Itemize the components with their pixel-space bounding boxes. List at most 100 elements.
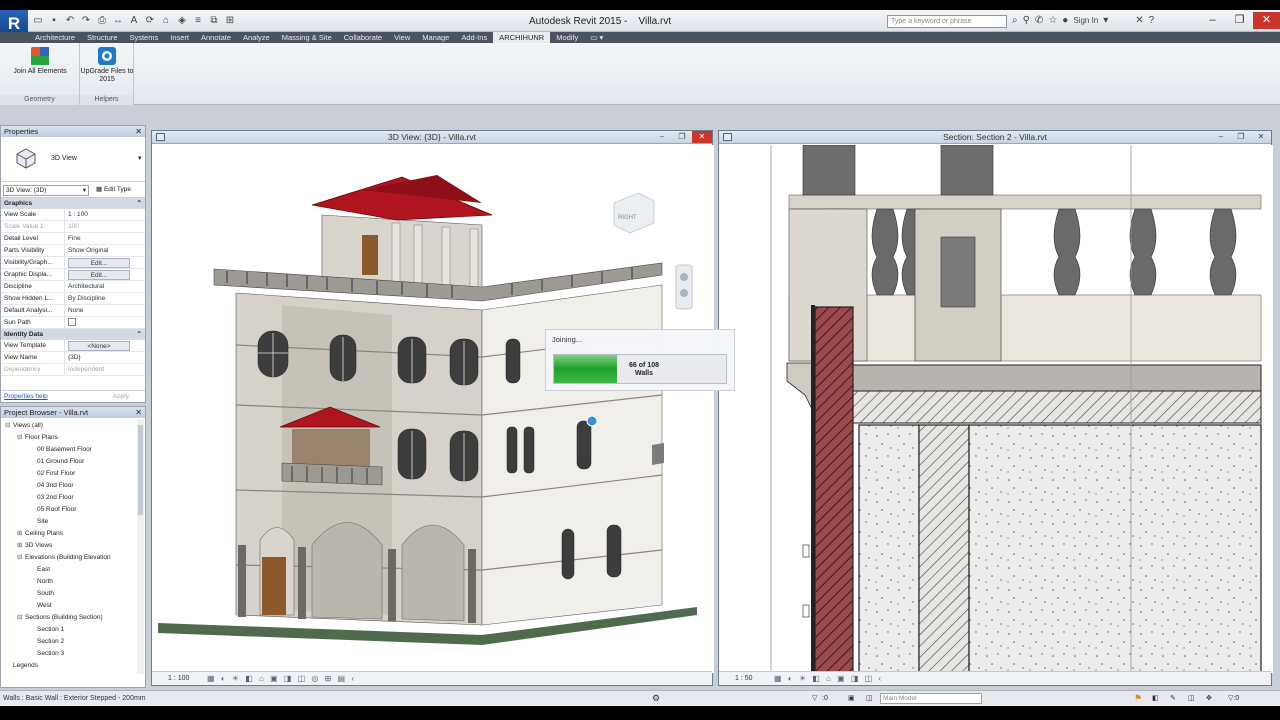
property-value[interactable]: 100: [65, 221, 145, 232]
filter-icon[interactable]: ▽: [812, 691, 817, 706]
browser-item[interactable]: Section 2: [1, 636, 145, 648]
filter-count-icon[interactable]: ▽:0: [1228, 691, 1239, 706]
view-section-scale[interactable]: 1 : 50: [735, 675, 753, 682]
property-row[interactable]: Parts Visibility Show Original: [1, 245, 145, 257]
browser-item[interactable]: South: [1, 588, 145, 600]
property-row[interactable]: Dependency Independent: [1, 364, 145, 376]
property-row[interactable]: Show Hidden L... By Discipline: [1, 293, 145, 305]
measure-icon[interactable]: ↔: [112, 14, 124, 27]
close-icon[interactable]: ✕: [135, 407, 142, 418]
collapse-icon[interactable]: ⊟: [17, 612, 25, 624]
tab-manage[interactable]: Manage: [416, 32, 455, 43]
worksets-icon[interactable]: ⚙: [652, 691, 660, 706]
subscription-icon[interactable]: ⚲: [1023, 15, 1030, 26]
browser-item[interactable]: ⊞ 3D Views: [1, 540, 145, 552]
browser-item[interactable]: 00 Basement Floor: [1, 444, 145, 456]
print-icon[interactable]: ⎙: [96, 14, 108, 27]
browser-item[interactable]: East: [1, 564, 145, 576]
browser-item[interactable]: ⊟ Sections (Building Section): [1, 612, 145, 624]
section-identity[interactable]: Identity Data ⌃: [1, 329, 145, 340]
minimize-icon[interactable]: –: [1199, 12, 1226, 29]
property-row[interactable]: View Name {3D}: [1, 352, 145, 364]
property-value[interactable]: Show Original: [65, 245, 145, 256]
browser-item[interactable]: 02 First Floor: [1, 468, 145, 480]
property-row[interactable]: Detail Level Fine: [1, 233, 145, 245]
expand-icon[interactable]: ⊞: [17, 528, 25, 540]
property-value[interactable]: None: [65, 305, 145, 316]
tab-insert[interactable]: Insert: [164, 32, 195, 43]
search-input[interactable]: Type a keyword or phrase: [887, 15, 1007, 28]
edit-button[interactable]: Edit...: [68, 258, 130, 268]
ribbon-minimize-icon[interactable]: ▭ ▾: [584, 32, 609, 43]
browser-item[interactable]: ⊟ Views (all): [1, 420, 145, 432]
browser-item[interactable]: 05 Roof Floor: [1, 504, 145, 516]
browser-item[interactable]: 04 3nd Floor: [1, 480, 145, 492]
property-row[interactable]: Sun Path: [1, 317, 145, 329]
sync-icon[interactable]: ⟳: [144, 14, 156, 27]
chevron-down-icon[interactable]: ▾: [1103, 15, 1108, 26]
text-icon[interactable]: A: [128, 14, 140, 27]
type-selector[interactable]: 3D View ▾: [1, 137, 145, 182]
select-underlay-icon[interactable]: ◧: [1152, 691, 1159, 706]
select-pinned-icon[interactable]: ✎: [1170, 691, 1176, 706]
browser-item[interactable]: Site: [1, 516, 145, 528]
expand-icon[interactable]: ⊞: [17, 540, 25, 552]
view-control-icons[interactable]: ▦ ◐ ☀ ◧ ⌂ ▣ ◨ ◫ ‹: [774, 672, 883, 686]
edit-button[interactable]: <None>: [68, 341, 130, 351]
section-viewport[interactable]: [719, 145, 1273, 673]
select-links-icon[interactable]: ⚑: [1134, 691, 1142, 706]
sun-path-checkbox[interactable]: [68, 318, 76, 327]
tab-annotate[interactable]: Annotate: [195, 32, 237, 43]
3d-model-viewport[interactable]: RIGHT: [152, 145, 714, 673]
browser-item[interactable]: 03 2nd Floor: [1, 492, 145, 504]
redo-icon[interactable]: ↷: [80, 14, 92, 27]
property-row[interactable]: Graphic Displa... Edit...: [1, 269, 145, 281]
section-icon[interactable]: ◈: [176, 14, 188, 27]
property-row[interactable]: View Scale 1 : 100: [1, 209, 145, 221]
main-model-select[interactable]: Main Model: [880, 693, 982, 704]
property-row[interactable]: Default Analysi... None: [1, 305, 145, 317]
close-icon[interactable]: ✕: [135, 126, 142, 137]
help-icon[interactable]: ?: [1149, 15, 1155, 26]
exchange-icon[interactable]: ✕: [1135, 15, 1143, 26]
join-all-elements-button[interactable]: Join All Elements: [4, 46, 76, 76]
browser-item[interactable]: ⊟ Elevations (Building Elevation: [1, 552, 145, 564]
upgrade-files-button[interactable]: UpGrade Files to 2015: [80, 46, 134, 84]
property-value[interactable]: Fine: [65, 233, 145, 244]
edit-button[interactable]: Edit...: [68, 270, 130, 280]
close-icon[interactable]: ✕: [1253, 12, 1280, 29]
apply-button[interactable]: Apply: [113, 391, 129, 403]
tab-analyze[interactable]: Analyze: [237, 32, 276, 43]
save-icon[interactable]: ▪: [48, 14, 60, 27]
property-value[interactable]: [65, 317, 145, 328]
property-value[interactable]: Edit...: [65, 257, 145, 268]
drag-elements-icon[interactable]: ✥: [1206, 691, 1212, 706]
section-graphics[interactable]: Graphics ⌃: [1, 198, 145, 209]
minimize-icon[interactable]: –: [652, 131, 672, 143]
property-row[interactable]: Scale Value 1: 100: [1, 221, 145, 233]
properties-help-link[interactable]: Properties help: [1, 393, 48, 400]
restore-icon[interactable]: ❐: [672, 131, 692, 143]
tab-collaborate[interactable]: Collaborate: [338, 32, 388, 43]
close-icon[interactable]: ✕: [1251, 131, 1271, 143]
collapse-icon[interactable]: ⊟: [17, 432, 25, 444]
property-value[interactable]: Edit...: [65, 269, 145, 280]
property-row[interactable]: Visibility/Graph... Edit...: [1, 257, 145, 269]
view-control-icons[interactable]: ▦ ◐ ☀ ◧ ⌂ ▣ ◨ ◫ ◎ ⊞ ▤ ‹: [207, 672, 356, 686]
tab-modify[interactable]: Modify: [550, 32, 584, 43]
browser-scrollbar[interactable]: [137, 419, 144, 674]
open-icon[interactable]: ▭: [32, 14, 44, 27]
tab-add-ins[interactable]: Add-Ins: [455, 32, 493, 43]
tab-structure[interactable]: Structure: [81, 32, 123, 43]
browser-item[interactable]: ⊞ Ceiling Plans: [1, 528, 145, 540]
collapse-icon[interactable]: ⊟: [5, 420, 13, 432]
browser-item[interactable]: Section 3: [1, 648, 145, 660]
tab-view[interactable]: View: [388, 32, 416, 43]
edit-type-button[interactable]: ▦ Edit Type: [96, 185, 131, 193]
property-value[interactable]: 1 : 100: [65, 209, 145, 220]
tab-systems[interactable]: Systems: [123, 32, 164, 43]
user-icon[interactable]: ●: [1062, 15, 1068, 26]
binoculars-icon[interactable]: ⌕: [1012, 15, 1018, 26]
favorites-icon[interactable]: ☆: [1048, 15, 1057, 26]
restore-icon[interactable]: ❐: [1231, 131, 1251, 143]
